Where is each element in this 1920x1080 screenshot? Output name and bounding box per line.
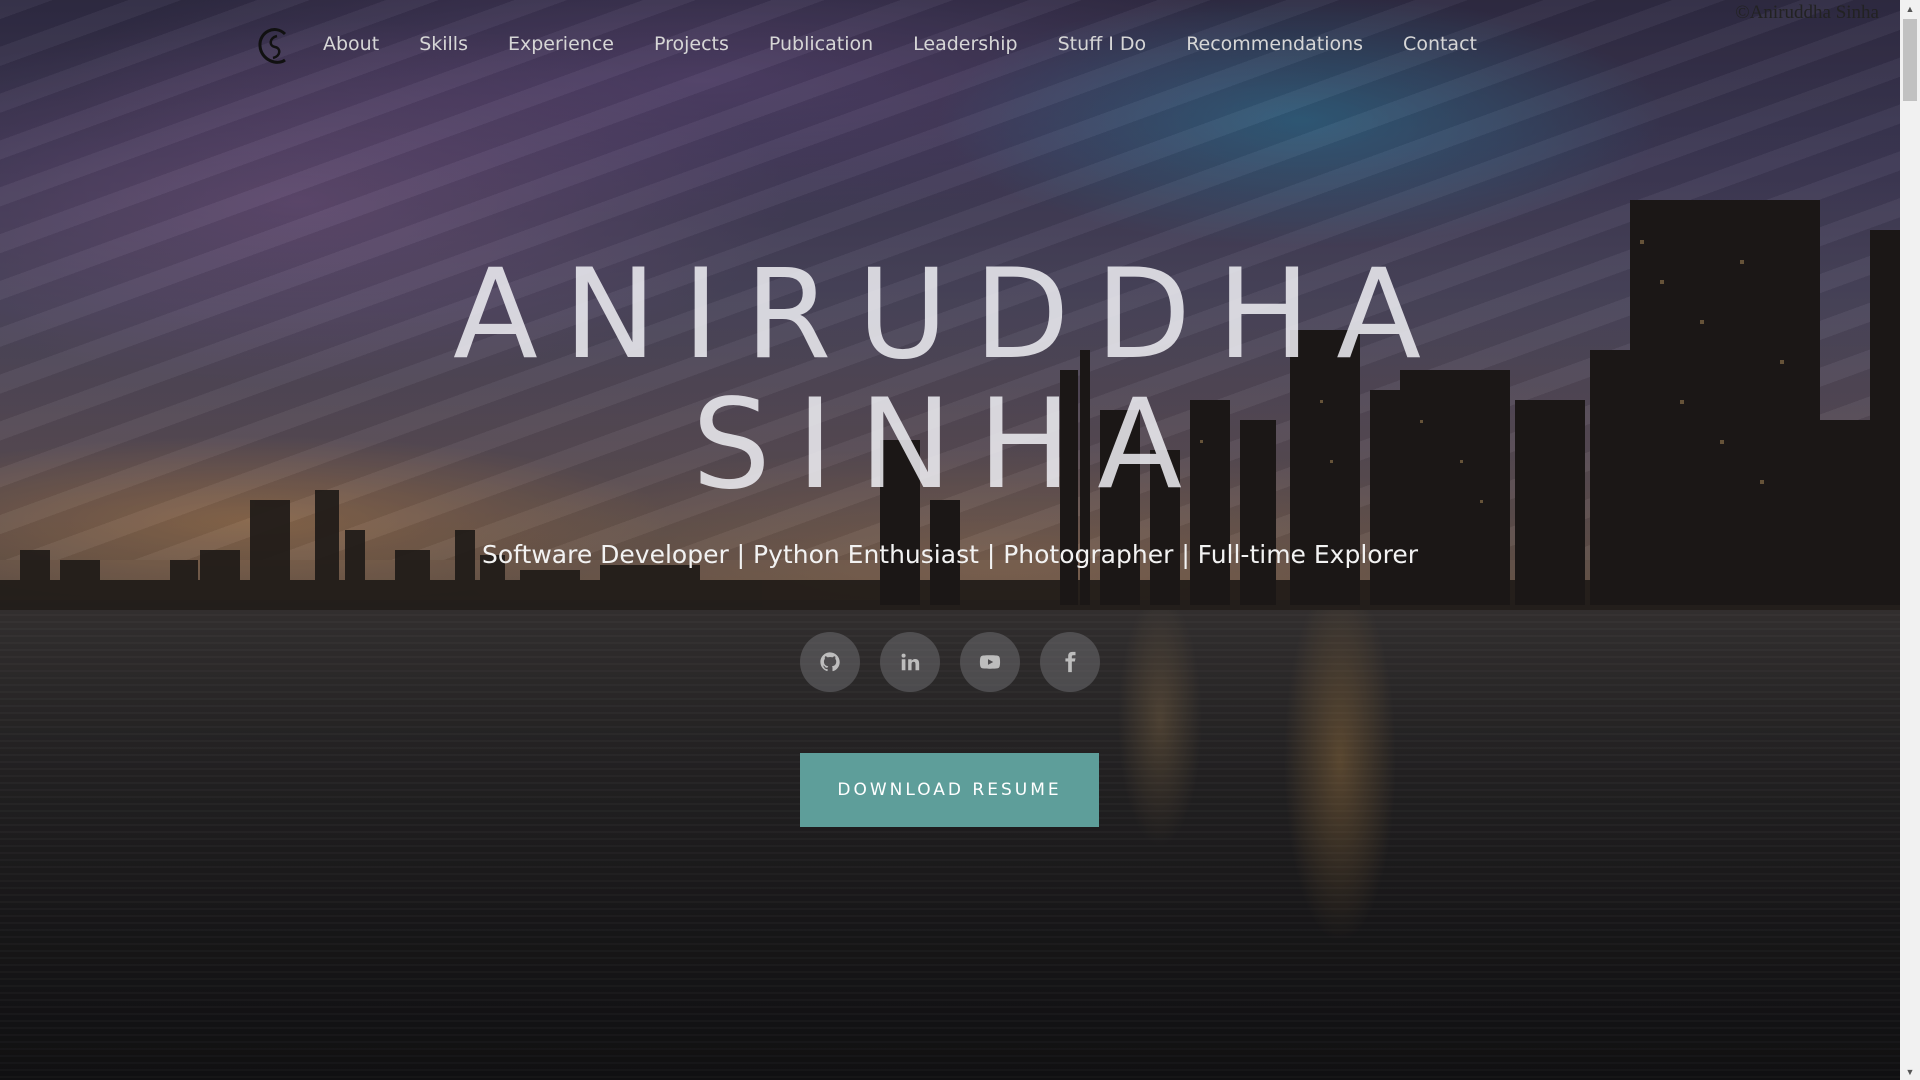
linkedin-icon [901, 653, 920, 671]
nav-about[interactable]: About [303, 33, 399, 55]
nav-experience[interactable]: Experience [488, 33, 634, 55]
facebook-icon [1065, 651, 1076, 673]
nav-skills[interactable]: Skills [399, 33, 488, 55]
copyright-text: ©Aniruddha Sinha [1735, 2, 1879, 23]
facebook-link[interactable] [1040, 632, 1100, 692]
youtube-link[interactable] [960, 632, 1020, 692]
page: About Skills Experience Projects Publica… [0, 0, 1920, 1080]
nav-stuff-i-do[interactable]: Stuff I Do [1038, 33, 1167, 55]
youtube-icon [979, 655, 1001, 669]
nav-leadership[interactable]: Leadership [893, 33, 1037, 55]
nav-publication[interactable]: Publication [749, 33, 893, 55]
site-logo-icon[interactable] [255, 26, 293, 68]
hero-name: ANIRUDDHA SINHA [0, 250, 1900, 510]
hero-tagline: Software Developer | Python Enthusiast |… [482, 540, 1418, 569]
social-links [800, 632, 1100, 692]
download-resume-button[interactable]: DOWNLOAD RESUME [800, 753, 1099, 827]
nav-projects[interactable]: Projects [634, 33, 749, 55]
github-icon [820, 652, 840, 672]
scroll-down-arrow-icon[interactable]: ▼ [1900, 1063, 1920, 1080]
scrollbar-thumb[interactable] [1903, 19, 1917, 101]
github-link[interactable] [800, 632, 860, 692]
hero-name-last: SINHA [691, 373, 1209, 517]
hero-name-first: ANIRUDDHA [452, 243, 1448, 387]
linkedin-link[interactable] [880, 632, 940, 692]
scroll-up-arrow-icon[interactable]: ▲ [1900, 0, 1920, 17]
nav-contact[interactable]: Contact [1383, 33, 1497, 55]
nav-recommendations[interactable]: Recommendations [1166, 33, 1383, 55]
page-scrollbar[interactable]: ▲ ▼ [1900, 0, 1920, 1080]
main-nav: About Skills Experience Projects Publica… [303, 33, 1497, 55]
